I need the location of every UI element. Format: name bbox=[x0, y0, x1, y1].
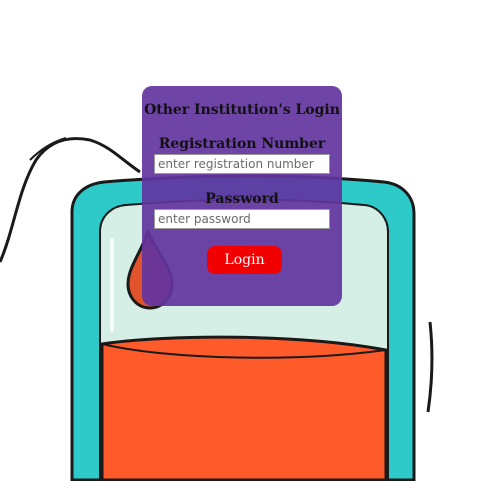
login-button[interactable]: Login bbox=[207, 246, 282, 274]
login-page: Other Institution's Login Registration N… bbox=[0, 0, 483, 481]
password-input[interactable] bbox=[154, 209, 330, 229]
login-title: Other Institution's Login bbox=[144, 102, 340, 118]
bag-side-stroke bbox=[426, 321, 434, 413]
password-label: Password bbox=[205, 191, 279, 207]
login-card: Other Institution's Login Registration N… bbox=[142, 86, 342, 306]
registration-number-input[interactable] bbox=[154, 154, 330, 174]
registration-number-label: Registration Number bbox=[158, 136, 326, 152]
